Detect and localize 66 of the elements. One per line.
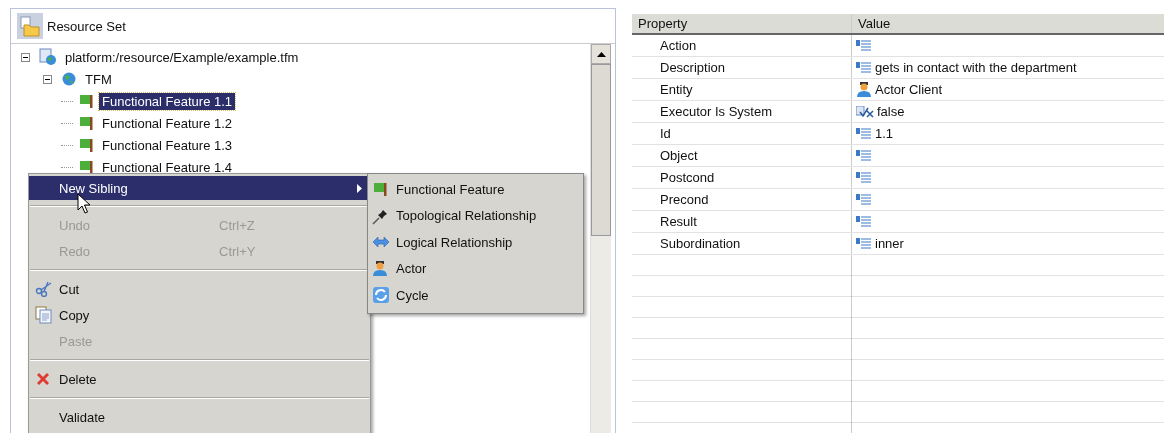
scrollbar[interactable] [590,44,611,433]
property-value: false [877,104,905,119]
flag-icon [78,159,94,175]
tree-item[interactable]: Functional Feature 1.1 [99,92,236,110]
property-name: Id [632,123,852,144]
text-property-icon [856,39,872,52]
property-value: inner [875,236,904,251]
text-property-icon [856,61,872,74]
menu-item[interactable]: Cycle [368,282,583,309]
property-name: Executor Is System [632,101,852,122]
property-value: 1.1 [875,126,894,141]
property-name: Result [632,211,852,232]
delete-icon [35,371,51,387]
property-name: Action [632,35,852,56]
mouse-cursor-icon [77,193,91,215]
document-globe-icon [39,48,57,66]
tree-item[interactable]: platform:/resource/Example/example.tfm [62,48,302,66]
menu-item[interactable]: Delete [29,366,370,392]
person-icon [372,260,388,278]
tree-item[interactable]: Functional Feature 1.4 [99,158,236,176]
flag-icon [78,93,94,109]
text-property-icon [856,149,872,162]
property-name: Entity [632,79,852,100]
property-name: Subordination [632,233,852,254]
text-property-icon [856,127,872,140]
property-value: Actor Client [875,82,943,97]
column-header[interactable]: Value [852,14,891,33]
person-icon [856,81,872,98]
menu-item[interactable]: Copy [29,302,370,328]
scissors-icon [35,281,53,297]
menu-item[interactable]: New Sibling [29,176,370,200]
menu-item[interactable]: Actor [368,255,583,282]
menu-item[interactable]: Topological Relationship [368,202,583,229]
scroll-thumb[interactable] [591,64,611,236]
folder-icon [17,13,43,39]
checkmark-property-icon [856,105,874,118]
collapse-toggle[interactable] [21,52,30,62]
flag-icon [78,115,94,131]
text-property-icon [856,237,872,250]
scroll-up-button[interactable] [591,44,611,64]
text-property-icon [856,215,872,228]
menu-item[interactable]: Validate [29,404,370,430]
panel-title: Resource Set [47,18,126,34]
menu-item[interactable]: Functional Feature [368,176,583,203]
text-property-icon [856,193,872,206]
copy-icon [35,306,53,324]
property-name: Description [632,57,852,78]
up-arrow-icon [596,51,606,57]
flag-icon [78,137,94,153]
flag-icon [372,181,388,198]
menu-item[interactable]: Cut [29,276,370,302]
property-value: gets in contact with the department [875,60,1077,75]
cycle-icon [372,286,390,305]
tree-item[interactable]: Functional Feature 1.3 [99,136,236,154]
submenu-arrow-icon [357,184,362,193]
tree-item[interactable]: Functional Feature 1.2 [99,114,236,132]
tree-item[interactable]: TFM [82,70,115,88]
collapse-toggle[interactable] [43,74,52,84]
double-arrow-icon [372,235,390,250]
property-name: Object [632,145,852,166]
column-header[interactable]: Property [632,14,852,33]
property-name: Precond [632,189,852,210]
menu-item[interactable]: Logical Relationship [368,229,583,256]
globe-icon [61,71,77,87]
text-property-icon [856,171,872,184]
property-name: Postcond [632,167,852,188]
